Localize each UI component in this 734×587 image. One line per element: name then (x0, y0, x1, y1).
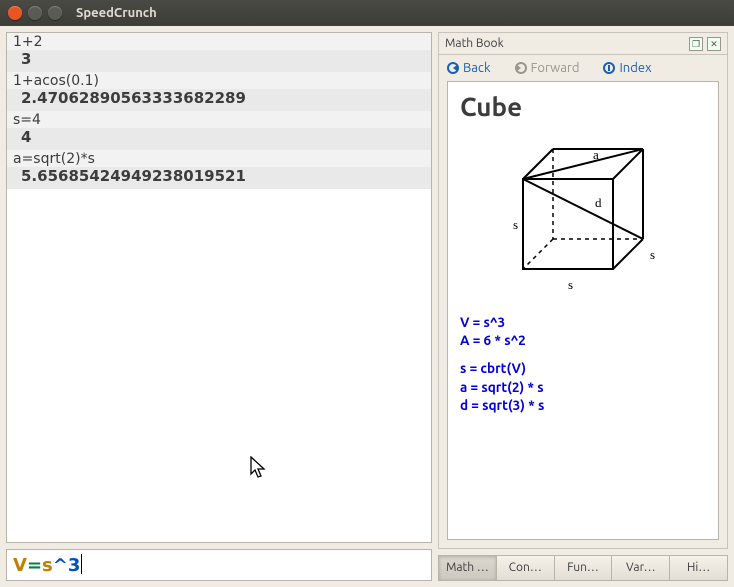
forward-icon (515, 62, 527, 74)
nav-forward-button: Forward (515, 61, 580, 75)
formula-line[interactable]: s = cbrt(V) (460, 359, 706, 377)
input-token: s (42, 555, 53, 576)
nav-forward-label: Forward (531, 61, 580, 75)
input-token: ^ (53, 555, 68, 576)
formula-block-2: s = cbrt(V)a = sqrt(2) * sd = sqrt(3) * … (460, 359, 706, 414)
panel-tab[interactable]: Fun… (555, 555, 613, 581)
bottom-tabs: Math …Con…Fun…Var…Hi… (438, 555, 728, 581)
panel-tab[interactable]: Var… (612, 555, 670, 581)
mathbook-nav: Back Forward Index (439, 55, 727, 81)
page-title: Cube (460, 92, 706, 121)
mathbook-panel: Math Book ❐ ✕ Back Forward Index (438, 32, 728, 549)
history-expr[interactable]: 1+acos(0.1) (7, 72, 431, 89)
panel-float-icon[interactable]: ❐ (689, 37, 703, 51)
nav-index-button[interactable]: Index (603, 61, 651, 75)
formula-line[interactable]: d = sqrt(3) * s (460, 396, 706, 414)
back-icon (447, 62, 459, 74)
window-titlebar: SpeedCrunch (0, 0, 734, 26)
history-expr[interactable]: s=4 (7, 111, 431, 128)
label-s-bottom: s (568, 277, 573, 292)
formula-block-1: V = s^3A = 6 * s^2 (460, 313, 706, 349)
index-icon (603, 62, 615, 74)
calculator-pane: 1+231+acos(0.1)2.47062890563333682289s=4… (6, 32, 432, 581)
panel-tab[interactable]: Con… (497, 555, 555, 581)
label-s-left: s (513, 217, 518, 232)
input-token: 3 (68, 555, 81, 576)
panel-tab[interactable]: Math … (438, 555, 497, 581)
mathbook-header: Math Book ❐ ✕ (439, 33, 727, 55)
nav-back-label: Back (463, 61, 491, 75)
cube-diagram: a d s s s (503, 129, 663, 299)
expression-input[interactable]: V=s^3 (6, 549, 432, 581)
formula-line[interactable]: a = sqrt(2) * s (460, 378, 706, 396)
input-token: = (27, 555, 42, 576)
nav-index-label: Index (619, 61, 651, 75)
side-pane: Math Book ❐ ✕ Back Forward Index (438, 32, 728, 581)
nav-back-button[interactable]: Back (447, 61, 491, 75)
panel-close-icon[interactable]: ✕ (707, 37, 721, 51)
mathbook-title: Math Book (445, 37, 685, 50)
history-result[interactable]: 2.47062890563333682289 (7, 89, 431, 111)
formula-line[interactable]: A = 6 * s^2 (460, 331, 706, 349)
mathbook-body: Cube (447, 81, 719, 540)
history-result[interactable]: 4 (7, 128, 431, 150)
history-expr[interactable]: 1+2 (7, 33, 431, 50)
formula-line[interactable]: V = s^3 (460, 313, 706, 331)
label-d: d (595, 195, 602, 210)
window-title: SpeedCrunch (76, 6, 157, 20)
history-view[interactable]: 1+231+acos(0.1)2.47062890563333682289s=4… (6, 32, 432, 543)
label-a: a (593, 147, 599, 162)
history-expr[interactable]: a=sqrt(2)*s (7, 150, 431, 167)
history-result[interactable]: 5.65685424949238019521 (7, 167, 431, 189)
window-minimize-button[interactable] (28, 6, 42, 20)
window-close-button[interactable] (8, 6, 22, 20)
history-result[interactable]: 3 (7, 50, 431, 72)
label-s-right: s (650, 247, 655, 262)
panel-tab[interactable]: Hi… (670, 555, 728, 581)
input-caret (81, 554, 82, 574)
window-maximize-button[interactable] (48, 6, 62, 20)
input-token: V (13, 555, 27, 576)
